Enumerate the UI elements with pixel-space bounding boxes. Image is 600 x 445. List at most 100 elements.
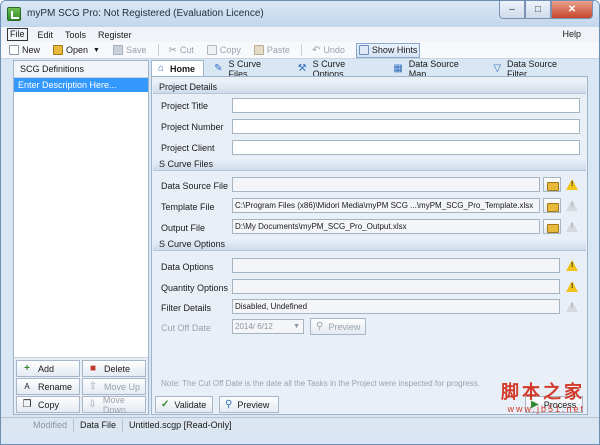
checkmark-icon: ✓ xyxy=(161,399,170,410)
tab-s-curve-options[interactable]: ⚒ S Curve Options xyxy=(292,59,384,79)
paste-icon xyxy=(253,45,264,55)
warning-icon xyxy=(566,301,578,312)
warning-icon xyxy=(566,281,578,292)
preview-date-label: Preview xyxy=(328,321,361,332)
close-button[interactable]: ✕ xyxy=(551,1,593,19)
quantity-options-field[interactable] xyxy=(232,279,560,294)
show-hints-label: Show Hints xyxy=(371,45,418,55)
tab-strip: ⌂ Home ✎ S Curve Files ⚒ S Curve Options… xyxy=(151,59,588,79)
toolbar-separator xyxy=(300,44,302,56)
cut-off-date-value: 2014/ 6/12 xyxy=(235,322,273,331)
section-s-curve-files: S Curve Files xyxy=(153,157,586,171)
title-bar: myPM SCG Pro: Not Registered (Evaluation… xyxy=(1,1,599,27)
scg-definitions-header: SCG Definitions xyxy=(14,61,148,78)
magnifier-icon: ⚲ xyxy=(225,399,233,410)
home-icon: ⌂ xyxy=(158,63,165,74)
tab-data-source-map[interactable]: ▦ Data Source Map xyxy=(387,59,483,79)
cut-off-date-note: Note: The Cut Off Date is the date all t… xyxy=(161,379,480,388)
project-client-label: Project Client xyxy=(161,143,215,153)
warning-icon xyxy=(566,260,578,271)
delete-button[interactable]: ■ Delete xyxy=(82,360,146,377)
wrench-icon: ⚒ xyxy=(297,63,307,74)
validate-button[interactable]: ✓ Validate xyxy=(155,396,213,413)
undo-label: Undo xyxy=(323,45,345,55)
quantity-options-label: Quantity Options xyxy=(161,283,229,293)
maximize-button[interactable]: □ xyxy=(525,1,551,19)
move-down-button[interactable]: ⇩ Move Down xyxy=(82,395,146,415)
data-options-field[interactable] xyxy=(232,258,560,273)
scg-definitions-panel: SCG Definitions Enter Description Here..… xyxy=(13,60,149,415)
paste-button[interactable]: Paste xyxy=(252,43,292,58)
project-number-input[interactable] xyxy=(232,119,580,134)
validate-label: Validate xyxy=(174,399,207,410)
filter-details-label: Filter Details xyxy=(161,303,212,313)
menu-edit[interactable]: Edit xyxy=(36,30,56,40)
show-hints-button[interactable]: Show Hints xyxy=(355,42,421,58)
project-title-input[interactable] xyxy=(232,98,580,113)
undo-icon: ↶ xyxy=(311,44,321,56)
menu-tools[interactable]: Tools xyxy=(63,30,88,40)
save-icon xyxy=(112,45,123,55)
open-dropdown-icon[interactable]: ▼ xyxy=(93,47,100,54)
tab-s-curve-files[interactable]: ✎ S Curve Files xyxy=(208,59,288,79)
plus-icon: + xyxy=(24,363,30,374)
menu-register[interactable]: Register xyxy=(96,30,134,40)
hints-icon xyxy=(358,45,369,55)
data-source-file-label: Data Source File xyxy=(161,181,229,191)
window-controls: – □ ✕ xyxy=(499,1,593,19)
warning-icon xyxy=(566,221,578,232)
add-label: Add xyxy=(38,363,55,374)
cut-off-date-label: Cut Off Date xyxy=(161,323,211,333)
copy-definition-button[interactable]: ❐ Copy xyxy=(16,396,80,413)
project-client-input[interactable] xyxy=(232,140,580,155)
cut-off-date-picker[interactable]: 2014/ 6/12 ▼ xyxy=(232,319,304,334)
menu-help[interactable]: Help xyxy=(560,29,583,39)
add-button[interactable]: + Add xyxy=(16,360,80,377)
browse-template-button[interactable] xyxy=(543,198,561,213)
preview-label: Preview xyxy=(237,399,270,410)
new-button[interactable]: New xyxy=(7,43,42,58)
cut-button[interactable]: ✂ Cut xyxy=(167,43,196,58)
chevron-down-icon[interactable]: ▼ xyxy=(293,320,300,333)
warning-icon xyxy=(566,179,578,190)
copy-label: Copy xyxy=(219,45,241,55)
move-up-button[interactable]: ⇧ Move Up xyxy=(82,378,146,395)
filter-details-field[interactable]: Disabled, Undefined xyxy=(232,299,560,314)
project-number-label: Project Number xyxy=(161,122,224,132)
save-label: Save xyxy=(125,45,147,55)
status-modified: Modified xyxy=(1,418,75,432)
rename-button[interactable]: A Rename xyxy=(16,378,80,395)
copy-icon xyxy=(206,45,217,55)
browse-output-button[interactable] xyxy=(543,219,561,234)
template-file-input[interactable]: C:\Program Files (x86)\Midori Media\myPM… xyxy=(232,198,540,213)
menu-file[interactable]: File xyxy=(7,28,28,41)
new-file-icon xyxy=(9,45,19,55)
filter-icon: ▽ xyxy=(493,63,502,74)
paste-label: Paste xyxy=(266,45,290,55)
data-options-label: Data Options xyxy=(161,262,214,272)
status-file-name: Untitled.scgp [Read-Only] xyxy=(129,419,232,430)
data-source-file-input[interactable] xyxy=(232,177,540,192)
open-label: Open xyxy=(66,45,89,55)
tab-home[interactable]: ⌂ Home xyxy=(151,60,205,76)
site-watermark: 脚本之家 www.jb51.net xyxy=(501,378,585,414)
minimize-button[interactable]: – xyxy=(499,1,525,19)
preview-date-button[interactable]: ⚲ Preview xyxy=(310,318,366,335)
new-label: New xyxy=(22,45,41,55)
output-file-input[interactable]: D:\My Documents\myPM_SCG_Pro_Output.xlsx xyxy=(232,219,540,234)
definition-actions: + Add ■ Delete A Rename ⇧ Move Up ❐ Copy… xyxy=(14,357,148,415)
open-button[interactable]: Open ▼ xyxy=(51,43,102,58)
preview-button[interactable]: ⚲ Preview xyxy=(219,396,279,413)
save-button[interactable]: Save xyxy=(111,43,149,58)
copy-button[interactable]: Copy xyxy=(205,43,243,58)
definition-list-item[interactable]: Enter Description Here... xyxy=(14,78,148,92)
undo-button[interactable]: ↶ Undo xyxy=(310,43,347,58)
open-folder-icon xyxy=(53,45,64,55)
status-data-file: Data File xyxy=(74,418,124,432)
delete-label: Delete xyxy=(104,363,131,374)
browse-data-source-button[interactable] xyxy=(543,177,561,192)
magnifier-icon: ⚲ xyxy=(316,321,324,332)
tab-data-source-filter[interactable]: ▽ Data Source Filter xyxy=(487,59,584,79)
template-file-label: Template File xyxy=(161,202,215,212)
trash-icon: ■ xyxy=(89,363,97,374)
